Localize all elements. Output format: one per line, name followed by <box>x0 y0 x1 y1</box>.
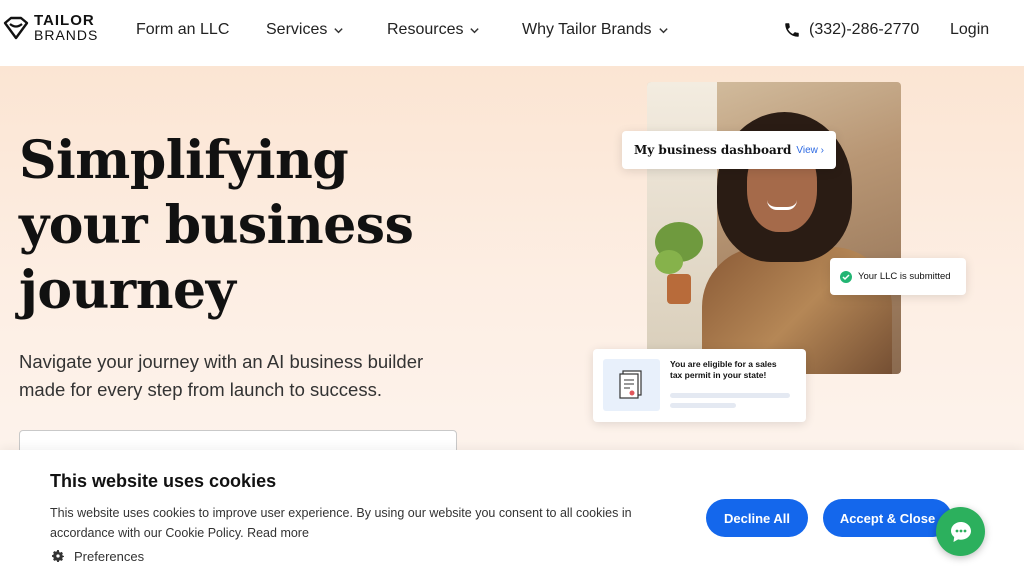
chevron-down-icon <box>470 27 480 33</box>
llc-status-text: Your LLC is submitted <box>858 271 951 282</box>
nav-why-label: Why Tailor Brands <box>522 21 652 38</box>
nav-services-label: Services <box>266 21 328 38</box>
hero-title: Simplifying your business journey <box>19 130 414 321</box>
chevron-down-icon <box>334 27 344 33</box>
nav-resources-label: Resources <box>387 21 464 38</box>
cookie-title: This website uses cookies <box>50 471 277 491</box>
check-icon <box>840 270 852 283</box>
dashboard-card-title: My business dashboard <box>634 143 792 157</box>
dashboard-view-link[interactable]: View › <box>796 145 824 156</box>
brand-name-line1: TAILOR <box>34 12 95 29</box>
cookie-banner: This website uses cookies This website u… <box>0 450 1024 576</box>
brand-name-line2: BRANDS <box>34 27 99 43</box>
chat-bubble-icon <box>950 521 971 542</box>
placeholder-bar <box>670 403 736 408</box>
login-link[interactable]: Login <box>950 21 989 39</box>
dashboard-card: My business dashboard View › <box>622 131 836 169</box>
brand-logo[interactable]: TAILOR BRANDS <box>2 12 99 43</box>
nav-form-llc[interactable]: Form an LLC <box>136 21 229 39</box>
document-icon <box>603 359 660 411</box>
cookie-text: This website uses cookies to improve use… <box>50 506 632 540</box>
nav-form-llc-label: Form an LLC <box>136 21 230 38</box>
hero-photo <box>647 82 901 374</box>
accept-close-button[interactable]: Accept & Close <box>823 499 952 537</box>
phone-link[interactable]: (332)-286-2770 <box>783 21 919 39</box>
preferences-label: Preferences <box>74 548 145 564</box>
chevron-down-icon <box>658 27 668 33</box>
logo-icon <box>3 16 29 40</box>
tax-permit-card: You are eligible for a sales tax permit … <box>593 349 806 422</box>
plant-image <box>655 222 703 304</box>
hero-subtitle: Navigate your journey with an AI busines… <box>19 351 424 400</box>
site-header: TAILOR BRANDS Form an LLC Services Resou… <box>0 0 1024 66</box>
placeholder-bar <box>670 393 790 398</box>
nav-resources[interactable]: Resources <box>387 21 480 39</box>
nav-why-tailor-brands[interactable]: Why Tailor Brands <box>522 21 669 39</box>
chat-button[interactable] <box>936 507 985 556</box>
gear-icon <box>52 550 64 562</box>
phone-number: (332)-286-2770 <box>809 21 920 38</box>
decline-all-button[interactable]: Decline All <box>706 499 808 537</box>
llc-status-card: Your LLC is submitted <box>830 258 966 295</box>
cookie-preferences[interactable]: Preferences <box>50 548 144 564</box>
nav-services[interactable]: Services <box>266 21 344 39</box>
tax-permit-text: You are eligible for a sales tax permit … <box>670 359 777 380</box>
phone-icon <box>785 23 799 37</box>
